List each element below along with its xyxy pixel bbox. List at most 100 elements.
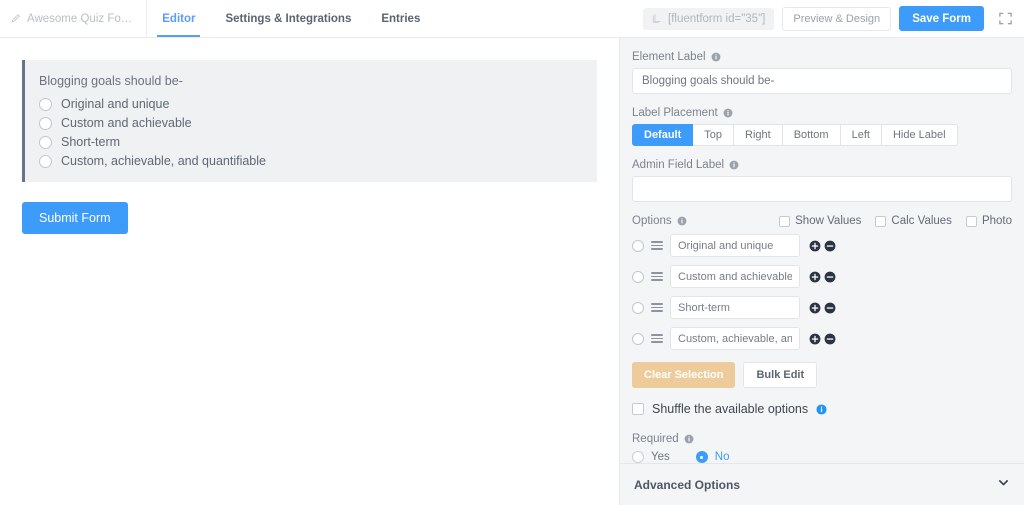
checkbox-icon[interactable] [875, 215, 887, 227]
preview-option-row[interactable]: Custom and achievable [39, 116, 581, 130]
info-icon[interactable] [711, 52, 721, 62]
option-row [632, 265, 1012, 288]
label-placement-title: Label Placement [632, 107, 718, 119]
preview-option-row[interactable]: Custom, achievable, and quantifiable [39, 154, 581, 168]
info-icon[interactable] [684, 434, 694, 444]
save-form-label: Save Form [912, 12, 971, 25]
option-value-input[interactable] [670, 234, 800, 257]
option-default-radio[interactable] [632, 239, 644, 252]
label-placement-top[interactable]: Top [693, 124, 735, 146]
drag-handle-icon[interactable] [651, 241, 663, 250]
tab-entries[interactable]: Entries [366, 0, 435, 37]
options-heading: Options [632, 215, 687, 227]
label-placement-hide-label[interactable]: Hide Label [881, 124, 958, 146]
advanced-options-title: Advanced Options [634, 477, 741, 492]
form-name-label: Awesome Quiz Fo… [27, 12, 133, 25]
option-value-input[interactable] [670, 265, 800, 288]
element-label-input[interactable] [632, 68, 1012, 94]
preview-field-radio-group[interactable]: Blogging goals should be- Original and u… [22, 60, 597, 182]
bulk-edit-button[interactable]: Bulk Edit [743, 362, 818, 388]
option-row [632, 327, 1012, 350]
plus-circle-icon[interactable] [809, 240, 821, 252]
drag-handle-icon[interactable] [651, 334, 663, 343]
preview-radio-icon[interactable] [39, 154, 52, 168]
shortcode-field[interactable]: [fluentform id="35"] [643, 7, 775, 30]
option-row [632, 296, 1012, 319]
option-value-input[interactable] [670, 327, 800, 350]
drag-handle-icon[interactable] [651, 272, 663, 281]
info-icon[interactable] [723, 108, 733, 118]
minus-circle-icon[interactable] [824, 333, 836, 345]
preview-option-row[interactable]: Short-term [39, 135, 581, 149]
tab-settings-integrations[interactable]: Settings & Integrations [210, 0, 366, 37]
minus-circle-icon[interactable] [824, 240, 836, 252]
form-preview-pane: Blogging goals should be- Original and u… [0, 38, 620, 505]
calc-values-label: Calc Values [891, 215, 952, 227]
save-form-button[interactable]: Save Form [899, 6, 984, 31]
preview-option-label: Custom and achievable [61, 116, 192, 130]
preview-radio-icon[interactable] [39, 116, 52, 130]
checkbox-icon[interactable] [779, 215, 791, 227]
label-placement-right[interactable]: Right [734, 124, 783, 146]
label-placement-left[interactable]: Left [840, 124, 882, 146]
preview-option-label: Custom, achievable, and quantifiable [61, 154, 266, 168]
preview-design-button[interactable]: Preview & Design [782, 6, 892, 31]
option-value-input[interactable] [670, 296, 800, 319]
chevron-down-icon[interactable] [997, 476, 1010, 494]
preview-design-label: Preview & Design [793, 12, 881, 25]
tab-entries-label: Entries [381, 12, 421, 25]
required-yes-label: Yes [651, 451, 670, 463]
preview-option-label: Original and unique [61, 97, 170, 111]
option-default-radio[interactable] [632, 301, 644, 314]
required-yes-option[interactable]: Yes [632, 451, 670, 463]
minus-circle-icon[interactable] [824, 271, 836, 283]
element-label-heading: Element Label [632, 51, 1012, 63]
editor-body: Blogging goals should be- Original and u… [0, 38, 1024, 505]
info-icon[interactable] [677, 216, 687, 226]
show-values-checkbox[interactable]: Show Values [779, 215, 861, 227]
option-row-actions [809, 302, 836, 314]
tab-editor-label: Editor [162, 12, 196, 25]
info-icon[interactable] [729, 160, 739, 170]
minus-circle-icon[interactable] [824, 302, 836, 314]
drag-handle-icon[interactable] [651, 303, 663, 312]
nav-tabs: Editor Settings & Integrations Entries [147, 0, 435, 37]
preview-option-row[interactable]: Original and unique [39, 97, 581, 111]
advanced-options-accordion[interactable]: Advanced Options [620, 463, 1024, 505]
shuffle-options-row[interactable]: Shuffle the available options [632, 402, 1012, 416]
tab-editor[interactable]: Editor [147, 0, 210, 37]
expand-icon[interactable] [994, 8, 1016, 30]
submit-form-button[interactable]: Submit Form [22, 202, 128, 234]
plus-circle-icon[interactable] [809, 271, 821, 283]
required-no-option[interactable]: No [695, 451, 729, 463]
checkbox-icon[interactable] [632, 403, 644, 415]
field-settings-body: Element Label Label Placement Default To… [620, 38, 1024, 463]
radio-icon[interactable] [632, 451, 644, 463]
label-placement-bottom[interactable]: Bottom [782, 124, 841, 146]
option-row [632, 234, 1012, 257]
option-default-radio[interactable] [632, 270, 644, 283]
option-default-radio[interactable] [632, 332, 644, 345]
preview-radio-icon[interactable] [39, 97, 52, 111]
clear-selection-button[interactable]: Clear Selection [632, 362, 736, 388]
copy-icon [652, 13, 662, 24]
field-settings-pane: Element Label Label Placement Default To… [620, 38, 1024, 505]
options-title: Options [632, 215, 672, 227]
photo-label: Photo [981, 215, 1012, 227]
plus-circle-icon[interactable] [809, 333, 821, 345]
plus-circle-icon[interactable] [809, 302, 821, 314]
checkbox-icon[interactable] [965, 215, 977, 227]
preview-radio-icon[interactable] [39, 135, 52, 149]
calc-values-checkbox[interactable]: Calc Values [875, 215, 952, 227]
form-name-editor[interactable]: Awesome Quiz Fo… [0, 0, 148, 37]
label-placement-default[interactable]: Default [632, 124, 694, 146]
radio-icon-selected[interactable] [695, 451, 708, 463]
required-title: Required [632, 433, 679, 445]
element-label-title: Element Label [632, 51, 706, 63]
options-toggles: Show Values Calc Values Photo [779, 215, 1012, 227]
admin-field-label-input[interactable] [632, 176, 1012, 202]
photo-checkbox[interactable]: Photo [965, 215, 1012, 227]
preview-option-label: Short-term [61, 135, 121, 149]
option-row-actions [809, 271, 836, 283]
info-icon-blue[interactable] [816, 403, 827, 415]
